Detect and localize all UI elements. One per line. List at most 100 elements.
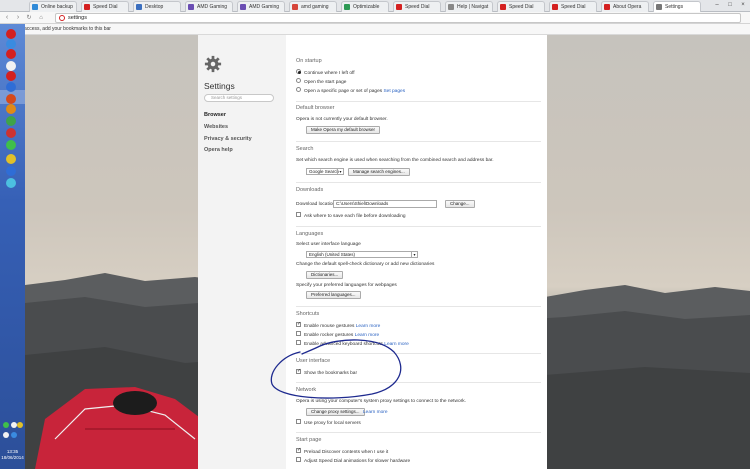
taskbar-app-icon[interactable] (6, 61, 16, 71)
mouse-gestures-option[interactable]: ✓ Enable mouse gestures Learn more (296, 322, 381, 329)
change-download-location-button[interactable]: Change... (445, 200, 475, 208)
checkbox-icon[interactable]: ✓ (296, 448, 301, 453)
spell-check-text: Change the default spell-check dictionar… (296, 262, 435, 267)
learn-more-link[interactable]: Learn more (384, 342, 409, 347)
change-proxy-button[interactable]: Change proxy settings... (306, 408, 365, 416)
forward-icon[interactable]: › (13, 13, 23, 23)
search-engine-select[interactable]: Google Search ▾ (306, 168, 344, 175)
tab-favicon-icon (188, 4, 194, 10)
taskbar-app-icon[interactable] (6, 140, 16, 150)
tray-icon[interactable] (3, 432, 9, 438)
startup-continue-option[interactable]: Continue where I left off (296, 69, 355, 76)
address-bar: ‹ › ↻ ⌂ settings (0, 12, 750, 24)
bookmarks-bar: For quick access, add your bookmarks to … (0, 24, 750, 35)
checkbox-icon[interactable] (296, 340, 301, 345)
tab[interactable]: AMD Gaming (185, 1, 233, 12)
tab[interactable]: Speed Dial (497, 1, 545, 12)
maximize-icon[interactable]: □ (724, 1, 736, 10)
nav-privacy[interactable]: Privacy & security (204, 136, 252, 142)
local-proxy-option[interactable]: Use proxy for local servers (296, 419, 361, 426)
taskbar-app-icon[interactable] (6, 128, 16, 138)
tab-label: Optimizable (353, 4, 380, 10)
tab[interactable]: Optimizable (341, 1, 389, 12)
startup-specific-pages-option[interactable]: Open a specific page or set of pages Set… (296, 87, 405, 94)
checkbox-icon[interactable] (296, 457, 301, 462)
search-placeholder: Search settings (211, 95, 243, 100)
nav-browser[interactable]: Browser (204, 112, 226, 118)
download-location-value: C:\Users\Shiel\Downloads (336, 201, 389, 206)
taskbar-app-icon[interactable] (6, 104, 16, 114)
tab[interactable]: Speed Dial (81, 1, 129, 12)
set-pages-link[interactable]: Set pages (383, 89, 405, 94)
tab[interactable]: About Opera (601, 1, 649, 12)
tab[interactable]: AMD Gaming (237, 1, 285, 12)
minimize-icon[interactable]: – (711, 1, 723, 10)
make-default-button[interactable]: Make Opera my default browser (306, 126, 381, 134)
startup-start-page-option[interactable]: Open the start page (296, 78, 346, 85)
radio-icon[interactable] (296, 87, 301, 92)
taskbar-app-icon[interactable] (6, 39, 16, 49)
nav-websites[interactable]: Websites (204, 124, 228, 130)
preferred-languages-button[interactable]: Preferred languages... (306, 291, 361, 299)
tab[interactable]: Settings (653, 1, 701, 12)
taskbar-app-icon[interactable] (6, 178, 16, 188)
dictionaries-button[interactable]: Dictionaries... (306, 271, 344, 279)
tab-label: Online backup (41, 4, 73, 10)
divider (296, 101, 541, 102)
checkbox-icon[interactable]: ✓ (296, 322, 301, 327)
tab[interactable]: Help | Navigat (445, 1, 493, 12)
tab-favicon-icon (604, 4, 610, 10)
keyboard-shortcuts-option[interactable]: Enable advanced keyboard shortcuts Learn… (296, 340, 409, 347)
section-network: Network (296, 387, 317, 393)
tab[interactable]: Speed Dial (393, 1, 441, 12)
taskbar-app-icon[interactable] (6, 154, 16, 164)
taskbar-app-icon[interactable] (6, 29, 16, 39)
reload-icon[interactable]: ↻ (24, 13, 34, 23)
checkbox-icon[interactable] (296, 419, 301, 424)
checkbox-icon[interactable] (296, 212, 301, 217)
learn-more-link[interactable]: Learn more (355, 333, 380, 338)
ask-save-option[interactable]: Ask where to save each file before downl… (296, 212, 406, 219)
startup-specific-label: Open a specific page or set of pages (304, 88, 383, 94)
learn-more-link[interactable]: Learn more (356, 324, 381, 329)
radio-icon[interactable] (296, 78, 301, 83)
checkbox-icon[interactable]: ✓ (296, 369, 301, 374)
taskbar-app-icon[interactable] (6, 166, 16, 176)
preload-discover-option[interactable]: ✓ Preload Discover contents when I use it (296, 448, 388, 455)
manage-search-engines-button[interactable]: Manage search engines... (348, 168, 410, 176)
nav-opera-help[interactable]: Opera help (204, 147, 233, 153)
divider (296, 432, 541, 433)
ui-language-select[interactable]: English (United States) ▾ (306, 251, 418, 258)
home-icon[interactable]: ⌂ (36, 13, 46, 23)
tab[interactable]: Speed Dial (549, 1, 597, 12)
bookmarks-bar-option[interactable]: ✓ Show the bookmarks bar (296, 369, 358, 376)
adjust-animations-option[interactable]: Adjust Speed Dial animations for slower … (296, 457, 410, 464)
clock-time: 13:35 (6, 449, 19, 454)
bookmarks-bar-label: Show the bookmarks bar (304, 370, 358, 376)
taskbar-app-icon[interactable] (6, 49, 16, 59)
rocker-gestures-option[interactable]: Enable rocker gestures Learn more (296, 331, 380, 338)
back-icon[interactable]: ‹ (2, 13, 12, 23)
tray-icon[interactable] (3, 422, 9, 428)
tray-icon[interactable] (17, 422, 23, 428)
download-location-field[interactable]: C:\Users\Shiel\Downloads (333, 200, 437, 208)
chevron-down-icon: ▾ (411, 252, 417, 257)
checkbox-icon[interactable] (296, 331, 301, 336)
close-icon[interactable]: × (737, 1, 749, 10)
network-learn-more-link[interactable]: Learn more (363, 410, 388, 415)
tab[interactable]: amd gaming (289, 1, 337, 12)
tab[interactable]: Desktop (133, 1, 181, 12)
taskbar-app-icon[interactable] (6, 116, 16, 126)
tab[interactable]: Online backup (29, 1, 77, 12)
url-field[interactable]: settings (55, 13, 741, 23)
tray-icon[interactable] (11, 432, 17, 438)
taskbar-app-icon[interactable] (6, 71, 16, 81)
settings-search-input[interactable]: Search settings (204, 94, 274, 102)
section-default-browser: Default browser (296, 105, 335, 111)
taskbar-app-icon[interactable] (6, 82, 16, 92)
tab-favicon-icon (32, 4, 38, 10)
radio-icon[interactable] (296, 69, 301, 74)
taskbar-app-icon[interactable] (6, 94, 16, 104)
tab-favicon-icon (500, 4, 506, 10)
gear-icon (204, 55, 222, 73)
